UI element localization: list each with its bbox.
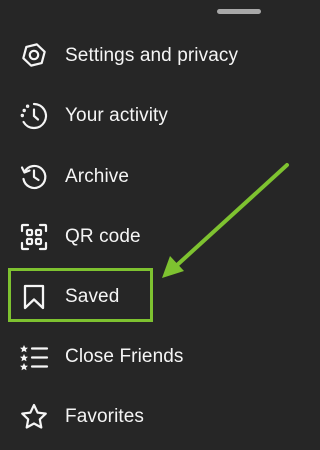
menu-item-label: QR code <box>65 226 141 247</box>
star-icon <box>19 402 49 432</box>
menu-item-favorites[interactable]: Favorites <box>0 388 319 446</box>
bottom-sheet-menu: Settings and privacy Your activity Archi… <box>0 0 319 450</box>
menu-item-label: Settings and privacy <box>65 45 239 66</box>
menu-item-settings-and-privacy[interactable]: Settings and privacy <box>0 27 319 85</box>
menu-item-qr-code[interactable]: QR code <box>0 208 319 266</box>
menu-item-your-activity[interactable]: Your activity <box>0 87 319 145</box>
gear-icon <box>19 41 49 71</box>
close-friends-list-icon <box>19 342 49 372</box>
menu-item-label: Close Friends <box>65 346 184 367</box>
activity-clock-icon <box>19 101 49 131</box>
bookmark-icon <box>19 282 49 312</box>
archive-history-icon <box>19 162 49 192</box>
menu-item-saved[interactable]: Saved <box>0 268 319 326</box>
menu-item-label: Your activity <box>65 105 169 126</box>
menu-item-label: Saved <box>65 286 120 307</box>
menu-item-close-friends[interactable]: Close Friends <box>0 328 319 386</box>
menu-item-archive[interactable]: Archive <box>0 148 319 206</box>
qr-code-icon <box>19 222 49 252</box>
menu-item-label: Favorites <box>65 406 145 427</box>
drag-handle[interactable] <box>217 9 261 14</box>
menu-item-label: Archive <box>65 166 130 187</box>
